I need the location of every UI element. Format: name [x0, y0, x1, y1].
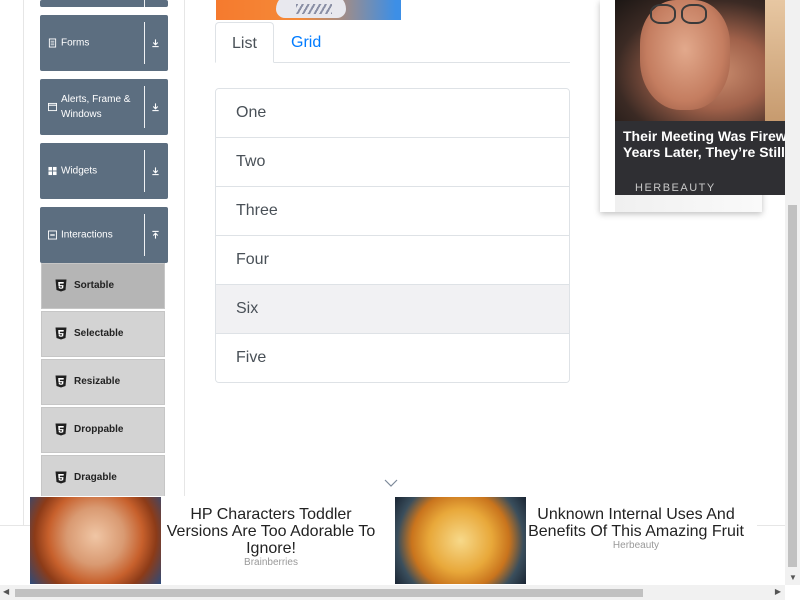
sidebar-item-resizable[interactable]: Resizable [41, 359, 165, 405]
download-icon[interactable] [151, 38, 160, 48]
menu-group-widgets[interactable]: Widgets [40, 143, 168, 199]
banner-image [216, 0, 401, 20]
ad-image-child [30, 497, 161, 584]
horizontal-scrollbar[interactable]: ◀ ▶ [0, 585, 785, 600]
chevron-down-icon[interactable] [384, 478, 398, 488]
ad-photo-glasses-left [650, 4, 676, 24]
sortable-list: One Two Three Four Six Five [215, 88, 570, 383]
scroll-right-arrow-icon[interactable]: ▶ [775, 587, 781, 596]
sidebar-item-label: Dragable [74, 472, 117, 483]
menu-group-separator [144, 22, 145, 64]
page: Forms Alerts, Frame & Windows Widgets In… [0, 0, 800, 600]
html5-icon [55, 471, 67, 484]
ad-brand: HERBEAUTY [635, 182, 716, 194]
sidebar-left-border [23, 0, 24, 525]
ad-photo-hair [765, 0, 785, 121]
sidebar-item-label: Resizable [74, 376, 121, 387]
bottom-advertisement-bar: HP Characters Toddler Versions Are Too A… [30, 496, 757, 585]
tab-list[interactable]: List [215, 22, 274, 63]
upload-icon[interactable] [151, 230, 160, 240]
menu-group-label: Widgets [61, 165, 98, 177]
interactions-icon [48, 230, 57, 240]
bottom-ad-card[interactable]: Unknown Internal Uses And Benefits Of Th… [395, 496, 757, 585]
form-icon [48, 38, 57, 48]
list-item[interactable]: Three [216, 187, 569, 236]
banner-image-stripe [296, 4, 332, 14]
menu-group-separator [144, 0, 145, 7]
list-item[interactable]: Six [216, 285, 569, 334]
sidebar-item-dragable[interactable]: Dragable [41, 455, 165, 501]
menu-group-separator [144, 150, 145, 192]
menu-group-elements[interactable] [40, 0, 168, 7]
scroll-down-arrow-icon[interactable]: ▼ [789, 573, 797, 582]
sidebar-item-selectable[interactable]: Selectable [41, 311, 165, 357]
ad-image-fruit [395, 497, 526, 584]
html5-icon [55, 375, 67, 388]
bottom-ad-card[interactable]: HP Characters Toddler Versions Are Too A… [30, 496, 394, 585]
horizontal-scrollbar-thumb[interactable] [15, 589, 643, 597]
html5-icon [55, 423, 67, 436]
sidebar-item-label: Selectable [74, 328, 124, 339]
vertical-scrollbar-thumb[interactable] [788, 205, 797, 567]
download-icon[interactable] [151, 102, 160, 112]
sidebar-right-border [184, 0, 185, 525]
menu-group-label: Interactions [61, 229, 113, 241]
sidebar-item-label: Sortable [74, 280, 115, 291]
sidebar-item-droppable[interactable]: Droppable [41, 407, 165, 453]
side-advertisement[interactable]: Their Meeting Was Firew Years Later, The… [600, 0, 787, 212]
menu-group-alerts-frame-windows[interactable]: Alerts, Frame & Windows [40, 79, 168, 135]
ad-photo [615, 0, 785, 121]
html5-icon [55, 279, 67, 292]
menu-group-separator [144, 214, 145, 256]
widgets-icon [48, 166, 57, 176]
menu-group-interactions[interactable]: Interactions [40, 207, 168, 263]
scroll-left-arrow-icon[interactable]: ◀ [3, 587, 9, 596]
ad-footer [615, 195, 762, 212]
window-icon [48, 102, 57, 112]
ad-title-line: Their Meeting Was Firew [623, 128, 787, 144]
list-item[interactable]: Five [216, 334, 569, 382]
menu-group-forms[interactable]: Forms [40, 15, 168, 71]
download-icon[interactable] [151, 166, 160, 176]
menu-group-separator [144, 86, 145, 128]
ad-title[interactable]: Their Meeting Was Firew Years Later, The… [623, 128, 800, 160]
sidebar-item-sortable[interactable]: Sortable [41, 263, 165, 309]
ad-title[interactable]: HP Characters Toddler Versions Are Too A… [161, 506, 381, 557]
ad-title-line: Years Later, They’re Still [623, 144, 785, 160]
ad-source: Herbeauty [612, 540, 660, 551]
menu-group-label: Forms [61, 37, 90, 49]
sidebar-item-label: Droppable [74, 424, 124, 435]
tab-grid[interactable]: Grid [275, 22, 337, 63]
html5-icon [55, 327, 67, 340]
list-item[interactable]: One [216, 89, 569, 138]
vertical-scrollbar[interactable]: ▼ [785, 0, 800, 585]
ad-source: Brainberries [244, 557, 298, 568]
ad-photo-glasses-right [681, 4, 707, 24]
ad-title[interactable]: Unknown Internal Uses And Benefits Of Th… [526, 506, 746, 540]
menu-group-label: Alerts, Frame & Windows [61, 94, 131, 120]
list-item[interactable]: Two [216, 138, 569, 187]
list-item[interactable]: Four [216, 236, 569, 285]
